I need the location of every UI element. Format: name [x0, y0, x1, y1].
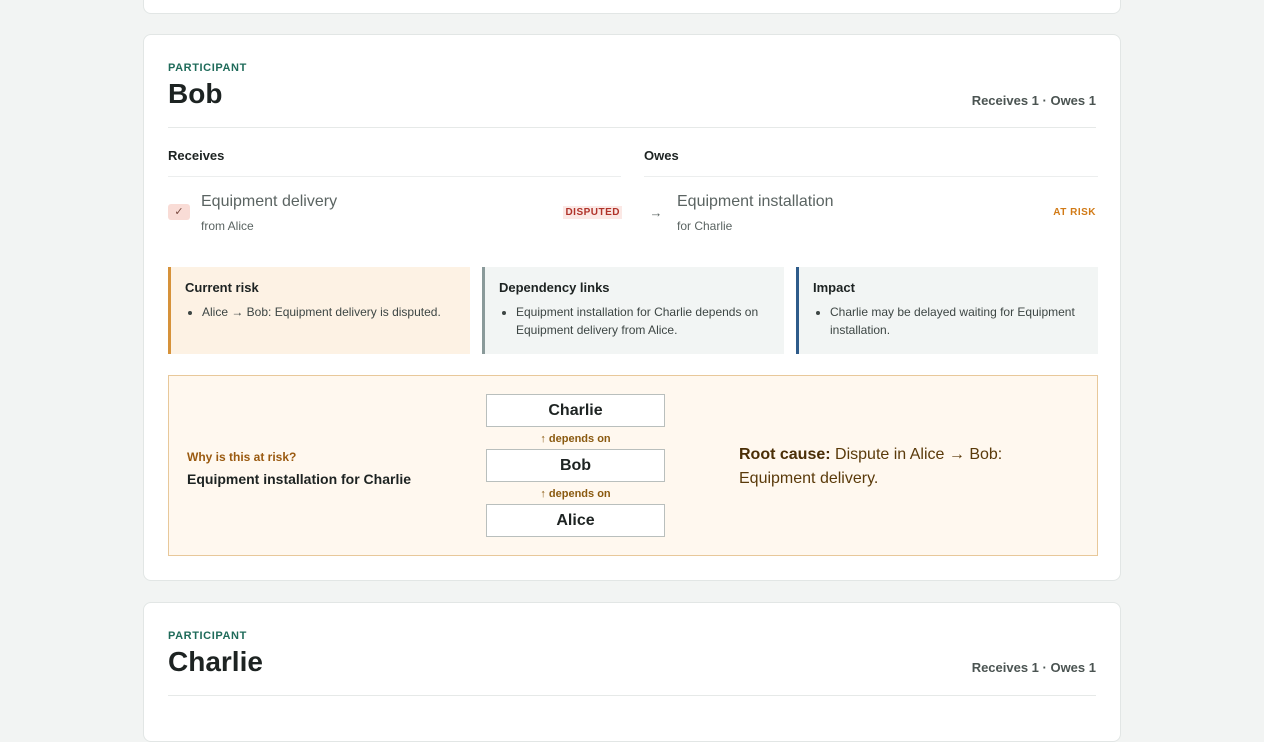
- previous-participant-card: [143, 0, 1121, 14]
- chain-node-charlie: Charlie: [486, 394, 665, 427]
- owes-item-title: Equipment installation: [677, 193, 834, 210]
- receives-item-title: Equipment delivery: [201, 193, 338, 210]
- check-icon: ✓: [168, 204, 190, 220]
- root-cause-label: Root cause:: [739, 446, 831, 463]
- participant-name: Bob: [168, 78, 223, 109]
- receives-heading: Receives: [168, 148, 225, 163]
- owes-divider: [644, 176, 1098, 177]
- arrow-right-icon: →: [649, 205, 663, 220]
- dependency-link-item: Equipment installation for Charlie depen…: [516, 303, 770, 339]
- participant-summary: Receives 1 · Owes 1: [971, 93, 1096, 108]
- receives-item-source: from Alice: [201, 219, 254, 233]
- dependency-links-title: Dependency links: [499, 280, 610, 295]
- status-badge-at-risk: AT RISK: [1053, 207, 1096, 218]
- why-at-risk-box: Why is this at risk? Equipment installat…: [168, 375, 1098, 556]
- participant-name: Charlie: [168, 646, 263, 677]
- impact-item: Charlie may be delayed waiting for Equip…: [830, 303, 1084, 339]
- chain-node-bob: Bob: [486, 449, 665, 482]
- participant-card-bob: PARTICIPANT Bob Receives 1 · Owes 1 Rece…: [143, 34, 1121, 581]
- owes-heading: Owes: [644, 148, 679, 163]
- receives-divider: [168, 176, 621, 177]
- why-at-risk-target: Equipment installation for Charlie: [187, 471, 412, 487]
- depends-on-link: ↑ depends on: [540, 433, 611, 445]
- participant-eyebrow: PARTICIPANT: [168, 630, 247, 642]
- current-risk-panel: Current risk Alice → Bob: Equipment deli…: [168, 267, 470, 354]
- current-risk-title: Current risk: [185, 280, 259, 295]
- root-cause: Root cause: Dispute in Alice → Bob: Equi…: [739, 443, 1039, 491]
- participant-summary: Receives 1 · Owes 1: [971, 660, 1096, 675]
- impact-panel: Impact Charlie may be delayed waiting fo…: [796, 267, 1098, 354]
- depends-on-link: ↑ depends on: [540, 488, 611, 500]
- header-divider: [168, 127, 1096, 128]
- participant-card-charlie: PARTICIPANT Charlie Receives 1 · Owes 1: [143, 602, 1121, 742]
- chain-node-alice: Alice: [486, 504, 665, 537]
- header-divider: [168, 695, 1096, 696]
- impact-title: Impact: [813, 280, 855, 295]
- owes-item-target: for Charlie: [677, 219, 733, 233]
- why-at-risk-label: Why is this at risk?: [187, 450, 297, 464]
- status-badge-disputed: DISPUTED: [563, 206, 622, 219]
- participant-eyebrow: PARTICIPANT: [168, 62, 247, 74]
- dependency-links-panel: Dependency links Equipment installation …: [482, 267, 784, 354]
- current-risk-item: Alice → Bob: Equipment delivery is dispu…: [202, 303, 456, 321]
